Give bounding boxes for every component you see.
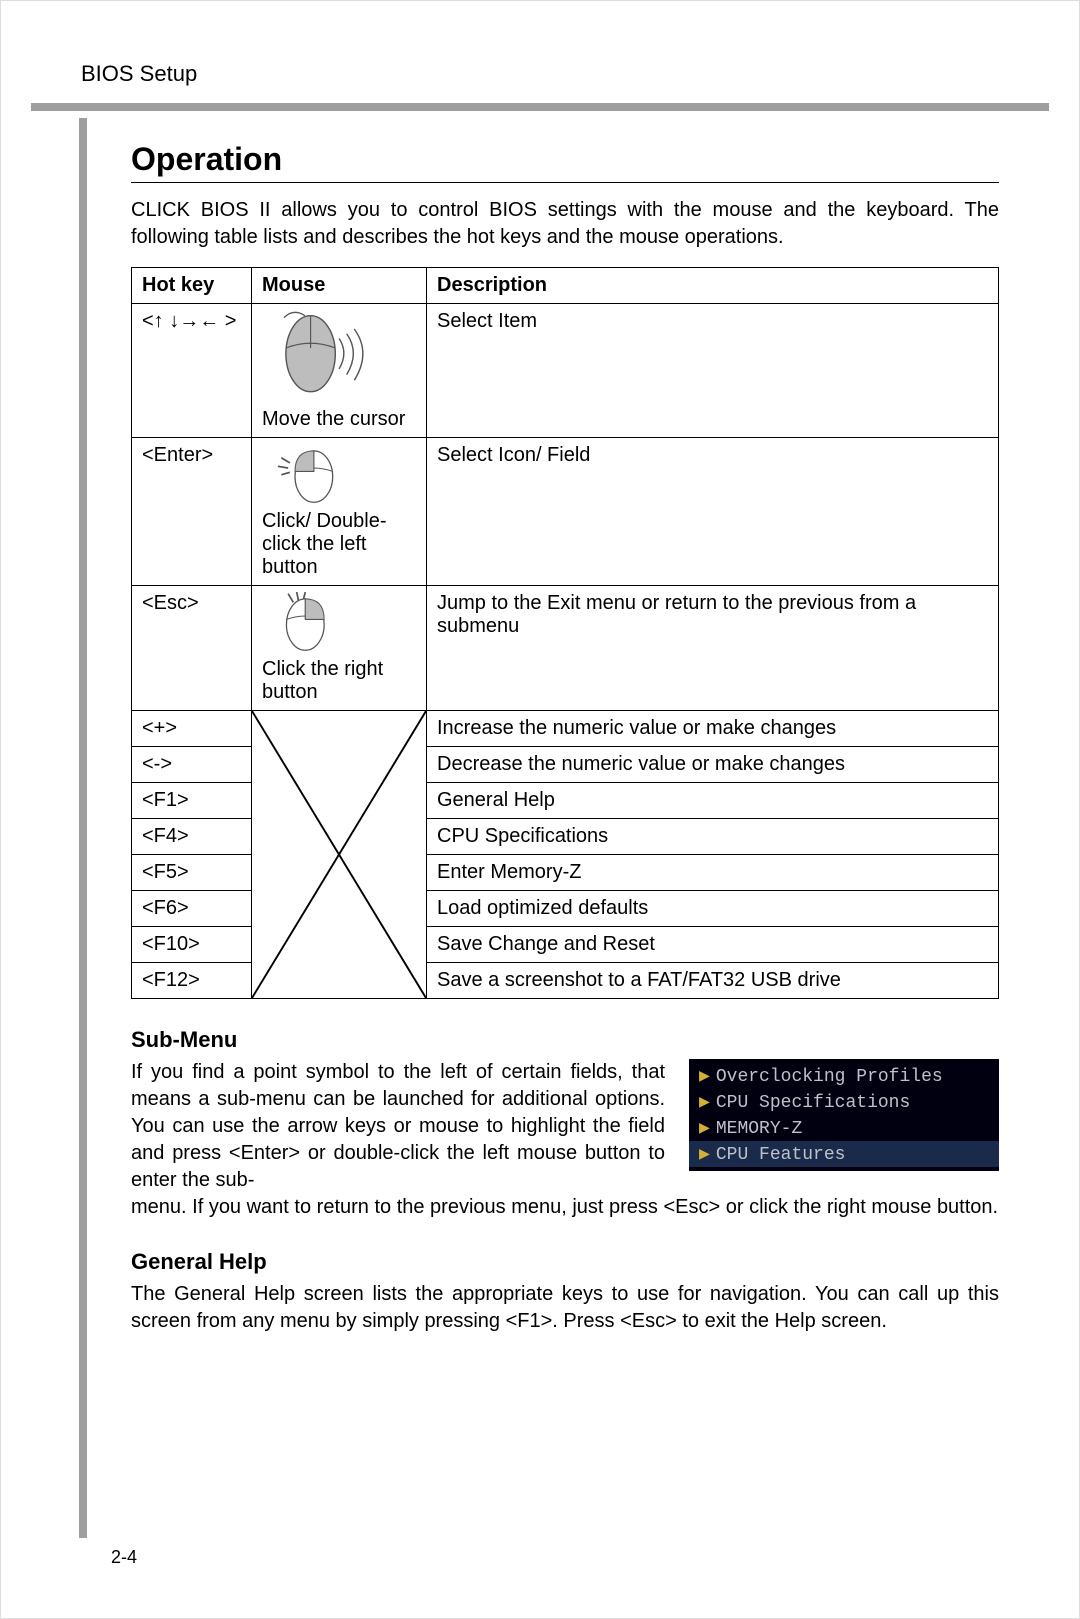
mouse-move-icon: [262, 310, 416, 408]
bios-menu-item: ▶ Overclocking Profiles: [689, 1063, 999, 1089]
desc-cell: Enter Memory-Z: [427, 855, 999, 891]
hotkey-cell: <->: [132, 747, 252, 783]
bios-item-label: MEMORY-Z: [716, 1119, 802, 1139]
hotkey-cell: <Enter>: [132, 438, 252, 586]
generalhelp-heading: General Help: [131, 1249, 999, 1275]
mouse-left-click-icon: [262, 444, 416, 510]
submenu-block: If you find a point symbol to the left o…: [131, 1059, 999, 1194]
desc-cell: Jump to the Exit menu or return to the p…: [427, 586, 999, 711]
submenu-heading: Sub-Menu: [131, 1027, 999, 1053]
bios-submenu-screenshot: ▶ Overclocking Profiles ▶ CPU Specificatio…: [689, 1059, 999, 1171]
cross-icon: [252, 711, 426, 998]
hotkey-cell: <F1>: [132, 783, 252, 819]
hotkey-cell: <F10>: [132, 927, 252, 963]
hotkey-cell: <↑ ↓→← >: [132, 304, 252, 438]
bios-menu-item: ▶ MEMORY-Z: [689, 1115, 999, 1141]
point-symbol-icon: ▶: [699, 1093, 710, 1113]
col-mouse-header: Mouse: [252, 268, 427, 304]
mouse-na-cell: [252, 711, 427, 999]
desc-cell: Save a screenshot to a FAT/FAT32 USB dri…: [427, 963, 999, 999]
hotkey-cell: <Esc>: [132, 586, 252, 711]
submenu-text-a: If you find a point symbol to the left o…: [131, 1059, 665, 1194]
desc-cell: Select Item: [427, 304, 999, 438]
bios-item-label: CPU Features: [716, 1145, 846, 1165]
section-title: Operation: [131, 141, 999, 178]
point-symbol-icon: ▶: [699, 1119, 710, 1139]
mouse-cell: Click the right button: [252, 586, 427, 711]
col-desc-header: Description: [427, 268, 999, 304]
desc-cell: General Help: [427, 783, 999, 819]
page-content: Operation CLICK BIOS II allows you to co…: [31, 111, 1049, 1335]
hotkey-cell: <F5>: [132, 855, 252, 891]
hotkey-table: Hot key Mouse Description <↑ ↓→← >: [131, 267, 999, 999]
page-header: BIOS Setup: [31, 31, 1049, 97]
desc-cell: Decrease the numeric value or make chang…: [427, 747, 999, 783]
submenu-text-b: menu. If you want to return to the previ…: [131, 1194, 999, 1221]
point-symbol-icon: ▶: [699, 1145, 710, 1165]
hotkey-cell: <+>: [132, 711, 252, 747]
page-number: 2-4: [111, 1547, 137, 1568]
table-row: <↑ ↓→← > Move the cursor: [132, 304, 999, 438]
desc-cell: Select Icon/ Field: [427, 438, 999, 586]
bios-menu-item-selected: ▶ CPU Features: [689, 1141, 999, 1167]
intro-paragraph: CLICK BIOS II allows you to control BIOS…: [131, 197, 999, 251]
table-row: <+> Increase the numeric value or make c…: [132, 711, 999, 747]
bios-item-label: Overclocking Profiles: [716, 1067, 943, 1087]
generalhelp-text: The General Help screen lists the approp…: [131, 1281, 999, 1335]
hotkey-cell: <F6>: [132, 891, 252, 927]
mouse-caption: Move the cursor: [262, 408, 416, 431]
mouse-right-click-icon: [262, 592, 416, 658]
vertical-rule: [79, 118, 87, 1538]
desc-cell: Load optimized defaults: [427, 891, 999, 927]
hotkey-cell: <F12>: [132, 963, 252, 999]
hotkey-cell: <F4>: [132, 819, 252, 855]
document-page: BIOS Setup Operation CLICK BIOS II allow…: [0, 0, 1080, 1619]
desc-cell: Increase the numeric value or make chang…: [427, 711, 999, 747]
col-hotkey-header: Hot key: [132, 268, 252, 304]
bios-menu-item: ▶ CPU Specifications: [689, 1089, 999, 1115]
mouse-cell: Click/ Double-click the left button: [252, 438, 427, 586]
desc-cell: CPU Specifications: [427, 819, 999, 855]
table-header-row: Hot key Mouse Description: [132, 268, 999, 304]
title-underline: [131, 182, 999, 183]
mouse-caption: Click/ Double-click the left button: [262, 510, 416, 579]
point-symbol-icon: ▶: [699, 1067, 710, 1087]
bios-item-label: CPU Specifications: [716, 1093, 910, 1113]
table-row: <Esc> Click the right button: [132, 586, 999, 711]
desc-cell: Save Change and Reset: [427, 927, 999, 963]
header-divider: [31, 103, 1049, 111]
mouse-caption: Click the right button: [262, 658, 416, 704]
table-row: <Enter> Click/ Double-click: [132, 438, 999, 586]
mouse-cell: Move the cursor: [252, 304, 427, 438]
header-title: BIOS Setup: [81, 61, 1009, 87]
